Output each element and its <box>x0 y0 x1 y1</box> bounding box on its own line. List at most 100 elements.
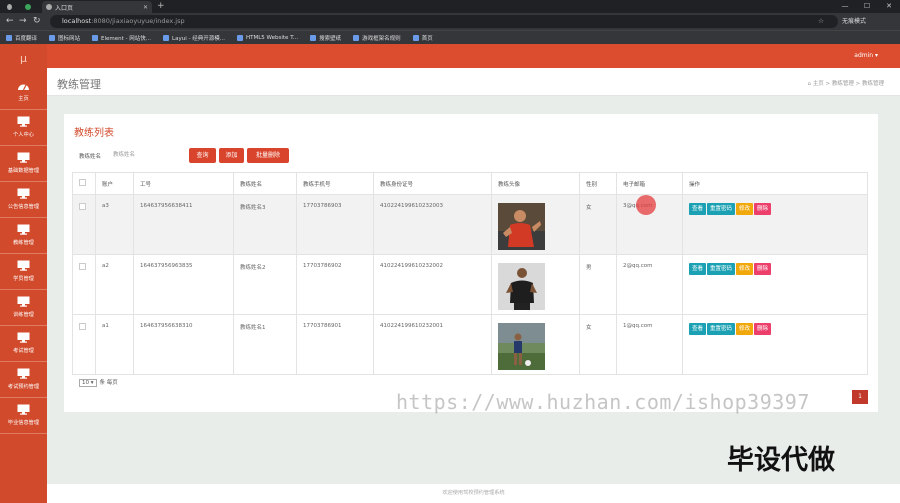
browser-tab-icon-1[interactable] <box>3 1 19 13</box>
delete-button[interactable]: 删除 <box>754 323 772 335</box>
mouse-cursor-highlight <box>636 195 656 215</box>
close-window-icon[interactable]: ✕ <box>878 0 900 13</box>
sidebar-item-label: 主页 <box>18 96 29 102</box>
cell-account: a3 <box>95 194 134 255</box>
batch-delete-button[interactable]: 批量删除 <box>247 148 289 163</box>
coach-avatar <box>498 323 545 370</box>
edit-button[interactable]: 修改 <box>736 323 754 335</box>
edit-button[interactable]: 修改 <box>736 263 754 275</box>
sidebar-item-label: 训练管理 <box>13 312 34 318</box>
url-host: localhost <box>62 17 92 25</box>
bookmark-icon <box>310 34 317 41</box>
sidebar-item-label: 毕业信息管理 <box>7 420 40 426</box>
row-checkbox[interactable] <box>79 203 86 210</box>
monitor-icon <box>17 188 30 199</box>
sidebar-item-label: 教练管理 <box>13 240 34 246</box>
bookmark-icon <box>49 34 56 41</box>
monitor-icon <box>17 152 30 163</box>
reload-icon[interactable]: ↻ <box>33 16 41 26</box>
back-icon[interactable]: ← <box>6 16 14 26</box>
actions-cell: 查看 重置密码 修改 删除 <box>682 314 868 375</box>
sidebar-item[interactable]: 主页 <box>0 74 47 110</box>
column-header: 性别 <box>579 172 617 195</box>
sidebar-item[interactable]: 公告信息管理 <box>0 182 47 218</box>
incognito-profile[interactable]: 无痕模式 <box>842 16 866 25</box>
avatar-cell <box>491 314 580 375</box>
cell-name: 教练姓名1 <box>233 314 297 375</box>
row-select-cell <box>72 194 96 255</box>
bookmark-item[interactable]: 图标网站 <box>49 34 80 42</box>
minimize-icon[interactable]: — <box>834 0 856 13</box>
coach-avatar <box>498 203 545 250</box>
page-size-select[interactable]: 10 ▾ <box>79 379 97 387</box>
view-button[interactable]: 查看 <box>689 263 707 275</box>
reset-password-button[interactable]: 重置密码 <box>707 323 736 335</box>
actions-cell: 查看 重置密码 修改 删除 <box>682 254 868 315</box>
bookmark-label: 图标网站 <box>58 35 81 42</box>
sidebar-item[interactable]: 基础数据管理 <box>0 146 47 182</box>
cell-name: 教练姓名3 <box>233 194 297 255</box>
query-button[interactable]: 查询 <box>189 148 216 163</box>
bookmark-icon <box>92 34 99 41</box>
sidebar-item[interactable]: 个人中心 <box>0 110 47 146</box>
forward-icon[interactable]: → <box>19 16 27 26</box>
delete-button[interactable]: 删除 <box>754 203 772 215</box>
reset-password-button[interactable]: 重置密码 <box>707 263 736 275</box>
cell-job-no: 164637956638310 <box>133 314 234 375</box>
sidebar-item[interactable]: 考试预约管理 <box>0 362 47 398</box>
view-button[interactable]: 查看 <box>689 203 707 215</box>
coach-name-input[interactable]: 教练姓名 <box>113 150 193 161</box>
bookmark-label: 首页 <box>421 35 433 42</box>
bookmark-star-icon[interactable]: ☆ <box>818 15 824 28</box>
favicon-icon <box>46 4 52 10</box>
page-header: 教练管理 ⌂ 主页 > 教练管理 > 教练管理 <box>47 68 900 96</box>
sidebar-item[interactable]: 毕业信息管理 <box>0 398 47 434</box>
cell-email: 2@qq.com <box>616 254 683 315</box>
sidebar-item[interactable]: 考试管理 <box>0 326 47 362</box>
row-checkbox[interactable] <box>79 263 86 270</box>
bookmark-item[interactable]: 百度翻译 <box>6 34 37 42</box>
bookmark-label: 游戏框架名规则 <box>362 35 401 42</box>
table-row: a2 164637956963835 教练姓名2 17703786902 4102241… <box>72 254 868 315</box>
bookmark-label: HTML5 Website T... <box>245 34 299 41</box>
panel-title: 教练列表 <box>74 128 114 139</box>
cell-email: 1@qq.com <box>616 314 683 375</box>
bookmark-item[interactable]: 游戏框架名规则 <box>353 34 401 42</box>
reset-password-button[interactable]: 重置密码 <box>707 203 736 215</box>
new-tab-icon[interactable]: + <box>157 1 165 11</box>
edit-button[interactable]: 修改 <box>736 203 754 215</box>
browser-tab-active[interactable]: 入口页 ✕ <box>42 1 152 13</box>
bookmark-item[interactable]: Element - 网站快... <box>92 34 151 42</box>
view-button[interactable]: 查看 <box>689 323 707 335</box>
sidebar-item-label: 考试预约管理 <box>7 384 40 390</box>
sidebar-item[interactable]: 学员管理 <box>0 254 47 290</box>
bookmark-item[interactable]: 搜索壁纸 <box>310 34 341 42</box>
maximize-icon[interactable]: ☐ <box>856 0 878 13</box>
coach-avatar <box>498 263 545 310</box>
admin-menu[interactable]: admin ▾ <box>854 52 878 59</box>
bookmark-item[interactable]: Layui - 经典开源模... <box>163 34 225 42</box>
page-button-current[interactable]: 1 <box>852 390 868 404</box>
close-icon[interactable]: ✕ <box>143 4 148 11</box>
sidebar-item[interactable]: 教练管理 <box>0 218 47 254</box>
cell-id-card: 410224199610232002 <box>373 254 492 315</box>
url-path: :8080/jiaxiaoyuyue/index.jsp <box>91 17 185 25</box>
sidebar-item[interactable]: 训练管理 <box>0 290 47 326</box>
footer: 欢迎使用驾校预约管理系统 <box>47 484 900 503</box>
table-row: a3 164637956638411 教练姓名3 17703786903 4102241… <box>72 194 868 255</box>
bookmark-label: Element - 网站快... <box>101 35 152 42</box>
monitor-icon <box>17 260 30 271</box>
cell-gender: 女 <box>579 194 617 255</box>
sidebar-item-label: 基础数据管理 <box>7 168 40 174</box>
select-all-checkbox[interactable] <box>79 179 86 186</box>
delete-button[interactable]: 删除 <box>754 263 772 275</box>
add-button[interactable]: 添加 <box>219 148 244 163</box>
url-input[interactable]: localhost:8080/jiaxiaoyuyue/index.jsp ☆ <box>50 15 838 28</box>
bookmark-item[interactable]: 首页 <box>412 34 433 42</box>
row-checkbox[interactable] <box>79 323 86 330</box>
dashboard-icon <box>18 84 29 91</box>
select-all-header[interactable] <box>72 172 96 195</box>
bookmark-item[interactable]: HTML5 Website T... <box>236 34 299 41</box>
browser-tab-icon-2[interactable] <box>21 1 39 13</box>
cell-name: 教练姓名2 <box>233 254 297 315</box>
